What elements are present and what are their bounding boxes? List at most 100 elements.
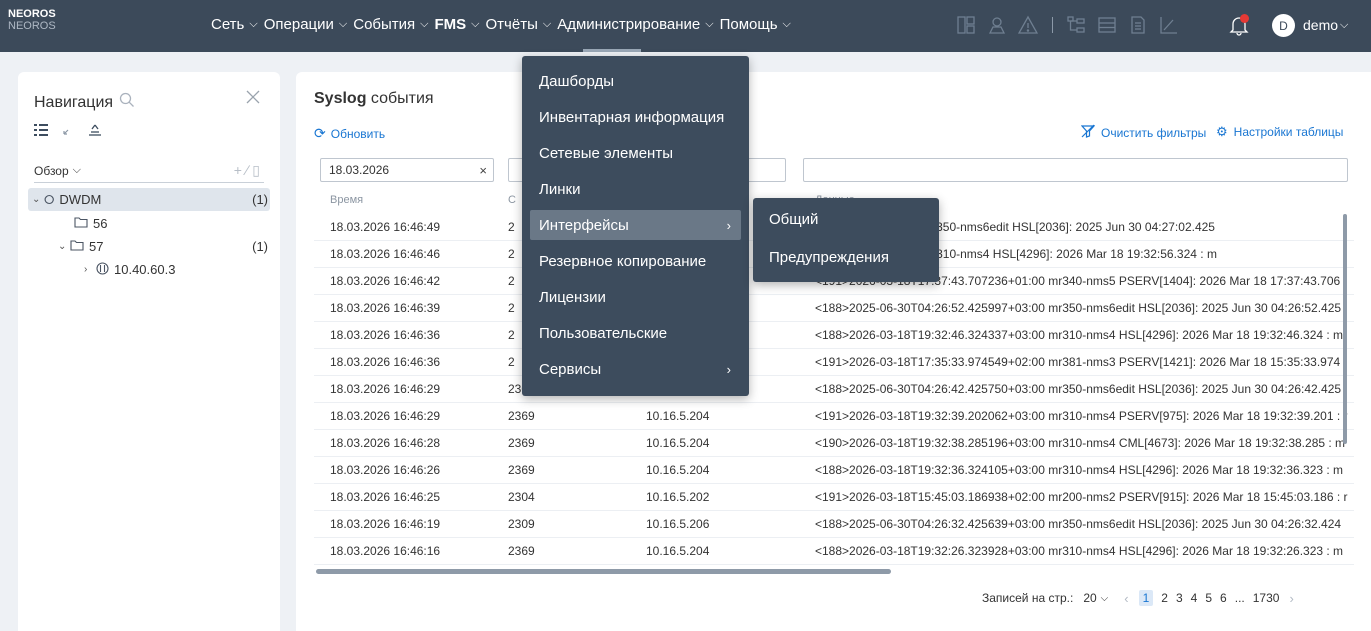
cell-source: 2304 — [508, 490, 535, 504]
cell-time: 18.03.2026 16:46:19 — [330, 517, 441, 531]
column-header-time[interactable]: Время — [330, 194, 363, 206]
menu-item-network[interactable]: Сеть ⌵ — [211, 16, 258, 33]
cell-source: 2369 — [508, 409, 535, 423]
delete-icon[interactable]: ▯ — [252, 162, 264, 178]
menu-item-inventory[interactable]: Инвентарная информация — [530, 102, 741, 132]
chart-line-icon[interactable] — [1158, 14, 1180, 36]
expand-icon[interactable] — [62, 124, 74, 139]
menu-item-dashboards[interactable]: Дашборды — [530, 66, 741, 96]
warning-icon[interactable] — [1017, 14, 1039, 36]
menu-item-services[interactable]: Сервисы › — [530, 354, 741, 384]
date-filter-value: 18.03.2026 — [329, 163, 390, 177]
cell-time: 18.03.2026 16:46:26 — [330, 463, 441, 477]
horizontal-scrollbar[interactable] — [316, 569, 891, 574]
table-row[interactable]: 18.03.2026 16:46:36 2 <188>2026-03-18T19:3… — [296, 322, 1371, 348]
menu-item-reports[interactable]: Отчёты ⌵ — [486, 16, 552, 33]
submenu-item-label: Предупреждения — [769, 248, 889, 266]
main-menu: Сеть ⌵ Операции ⌵ События ⌵ FMS ⌵ Отчёты ⌵ Ад… — [211, 16, 797, 33]
menu-item-backup[interactable]: Резервное копирование — [530, 246, 741, 276]
submenu-item-general[interactable]: Общий — [761, 204, 931, 234]
per-page-select[interactable]: 20 ⌵ — [1083, 591, 1108, 605]
table-row[interactable]: 18.03.2026 16:46:29 2369 10.16.5.204 <191>2… — [296, 403, 1371, 429]
table-row[interactable]: 18.03.2026 16:46:39 2 <188>2025-06-30T04:2… — [296, 295, 1371, 321]
close-icon[interactable] — [246, 90, 260, 109]
table-row[interactable]: 18.03.2026 16:46:28 2369 10.16.5.204 <190>2… — [296, 430, 1371, 456]
page-number[interactable]: 5 — [1205, 591, 1212, 605]
navigation-header: Навигация — [34, 92, 135, 113]
menu-item-help[interactable]: Помощь ⌵ — [720, 16, 791, 33]
list-tree-icon[interactable] — [34, 124, 48, 139]
tree-node-label: 56 — [93, 216, 108, 231]
date-filter-input[interactable]: 18.03.2026 × — [320, 158, 494, 182]
user-menu[interactable]: demo ⌵ — [1303, 17, 1348, 33]
menu-item-label: Сеть — [211, 16, 245, 33]
cell-data: <188>2026-03-18T19:32:26.323928+03:00 mr… — [815, 544, 1344, 558]
tree-node-57[interactable]: ⌄ 57 (1) — [28, 235, 270, 258]
avatar[interactable]: D — [1272, 14, 1295, 37]
menu-item-fms[interactable]: FMS ⌵ — [435, 16, 480, 33]
data-filter-input[interactable] — [803, 158, 1348, 182]
chevron-down-icon: ⌵ — [471, 18, 480, 30]
add-icon[interactable]: + — [234, 162, 246, 178]
chevron-down-icon: ⌵ — [420, 18, 429, 30]
overview-selector[interactable]: Обзор ⌵ +∕▯ — [34, 162, 264, 179]
chevron-right-icon: › — [726, 217, 731, 233]
document-icon[interactable] — [1127, 14, 1149, 36]
menu-item-administration[interactable]: Администрирование ⌵ — [557, 16, 713, 33]
table-row[interactable]: 18.03.2026 16:46:36 2 <191>2026-03-18T17:3… — [296, 349, 1371, 375]
search-icon[interactable] — [119, 92, 135, 113]
table-row[interactable]: 18.03.2026 16:46:26 2369 10.16.5.204 <188>2… — [296, 457, 1371, 483]
menu-item-interfaces[interactable]: Интерфейсы › — [530, 210, 741, 240]
cell-source: 2 — [508, 220, 515, 234]
tree-node-dwdm[interactable]: ⌄ ⭘ DWDM (1) — [28, 188, 270, 211]
column-header-source[interactable]: С — [508, 194, 516, 206]
cell-time: 18.03.2026 16:46:36 — [330, 328, 441, 342]
table-row[interactable]: 18.03.2026 16:46:29230910.16.5.206<188>2… — [296, 376, 1371, 402]
prev-page-icon[interactable]: ‹ — [1124, 591, 1128, 606]
syslog-events-panel: Syslog события ⟳ Обновить Очистить фильт… — [296, 72, 1371, 631]
cell-source: 2 — [508, 301, 515, 315]
clear-date-icon[interactable]: × — [479, 163, 487, 178]
menu-item-events[interactable]: События ⌵ — [353, 16, 428, 33]
cell-time: 18.03.2026 16:46:46 — [330, 247, 441, 261]
page-number[interactable]: 4 — [1191, 591, 1198, 605]
chevron-down-icon[interactable]: ⌄ — [32, 194, 44, 205]
vertical-scrollbar[interactable] — [1343, 214, 1347, 444]
tree-node-56[interactable]: 56 — [28, 212, 270, 235]
page-number[interactable]: 6 — [1220, 591, 1227, 605]
list-view-icon[interactable] — [1096, 14, 1118, 36]
submenu-item-warnings[interactable]: Предупреждения — [761, 242, 931, 272]
row-divider — [314, 564, 1354, 565]
layout-grid-icon[interactable] — [955, 14, 977, 36]
chevron-down-icon[interactable]: ⌄ — [58, 241, 70, 252]
refresh-button[interactable]: ⟳ Обновить — [314, 125, 385, 142]
menu-item-custom[interactable]: Пользовательские — [530, 318, 741, 348]
page-number[interactable]: 2 — [1161, 591, 1168, 605]
tree-node-device[interactable]: › 10.40.60.3 — [28, 258, 270, 281]
next-page-icon[interactable]: › — [1289, 591, 1293, 606]
table-settings-button[interactable]: ⚙ Настройки таблицы — [1216, 124, 1343, 140]
page-number[interactable]: 3 — [1176, 591, 1183, 605]
align-bottom-icon[interactable] — [88, 124, 102, 139]
tree-structure-icon[interactable] — [1065, 14, 1087, 36]
menu-item-network-elements[interactable]: Сетевые элементы — [530, 138, 741, 168]
table-row[interactable]: 18.03.2026 16:46:19 2309 10.16.5.206 <188>2… — [296, 511, 1371, 537]
cell-time: 18.03.2026 16:46:36 — [330, 355, 441, 369]
menu-item-links[interactable]: Линки — [530, 174, 741, 204]
menu-item-operations[interactable]: Операции ⌵ — [264, 16, 348, 33]
table-row[interactable]: 18.03.2026 16:46:16 2369 10.16.5.204 <188>2… — [296, 538, 1371, 564]
brand-logo[interactable]: NEOROS NEOROS — [8, 8, 56, 32]
menu-item-label: Сервисы — [539, 360, 602, 378]
cell-data: <188>2025-06-30T04:26:52.425997+03:00 mr… — [815, 301, 1342, 315]
top-bar: NEOROS NEOROS Сеть ⌵ Операции ⌵ События ⌵ F… — [0, 0, 1371, 52]
cell-time: 18.03.2026 16:46:28 — [330, 436, 441, 450]
notifications-bell-icon[interactable] — [1228, 14, 1250, 36]
menu-item-licenses[interactable]: Лицензии — [530, 282, 741, 312]
page-number[interactable]: 1 — [1138, 590, 1154, 606]
page-number[interactable]: 1730 — [1253, 591, 1280, 605]
user-location-icon[interactable] — [986, 14, 1008, 36]
menu-item-label: Инвентарная информация — [539, 108, 725, 126]
clear-filters-button[interactable]: Очистить фильтры — [1080, 124, 1206, 141]
table-row[interactable]: 18.03.2026 16:46:25 2304 10.16.5.202 <191>2… — [296, 484, 1371, 510]
chevron-right-icon[interactable]: › — [84, 264, 96, 275]
